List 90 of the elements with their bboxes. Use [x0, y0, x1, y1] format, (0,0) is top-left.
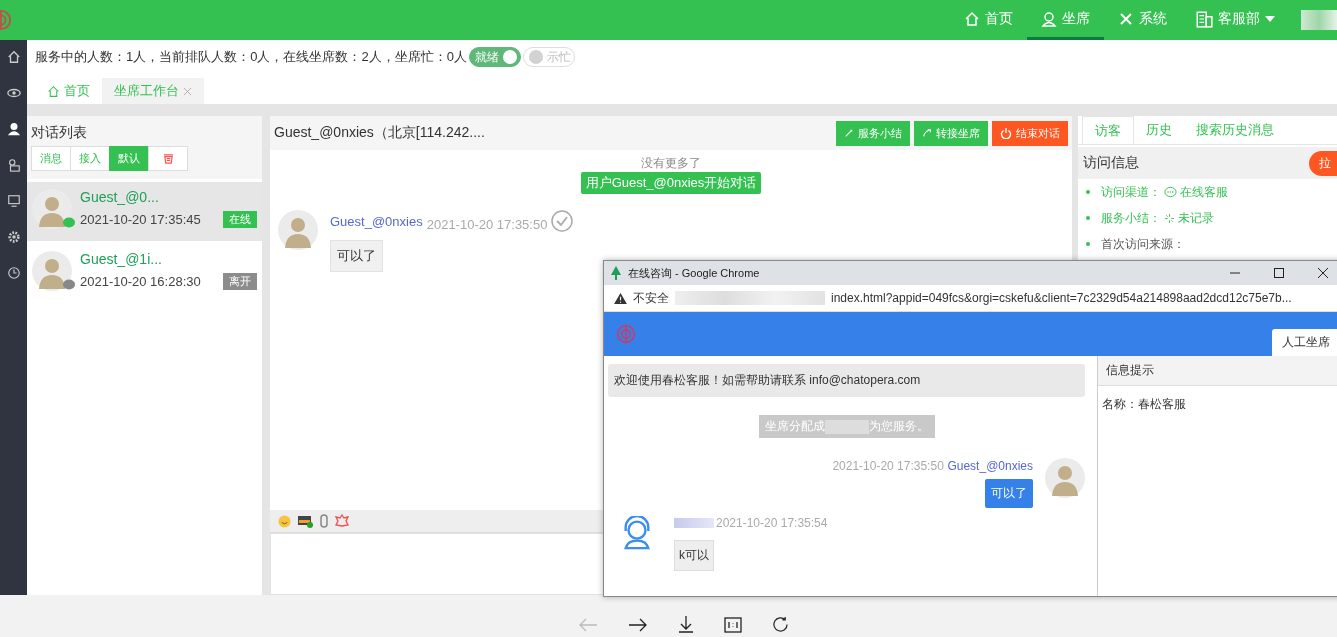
filter-button[interactable]: 消息 — [31, 146, 71, 171]
smiley-icon[interactable] — [278, 514, 291, 528]
warning-icon — [614, 292, 627, 304]
close-icon[interactable] — [1318, 268, 1328, 278]
status-toggle[interactable]: 示忙 — [522, 47, 575, 67]
forward-arrow-icon[interactable] — [628, 617, 648, 633]
info-row-text: 名称：春松客服 — [1101, 396, 1187, 413]
header-tab[interactable]: 人工坐席 — [1272, 329, 1337, 356]
info-title: 信息提示 — [1098, 356, 1337, 386]
nav-tab[interactable]: 首页 — [950, 0, 1027, 40]
maximize-icon[interactable] — [1274, 268, 1284, 278]
message-time: 2021-10-20 17:35:54 — [716, 516, 828, 530]
user-icon[interactable] — [6, 122, 21, 136]
blacklist-button[interactable]: 拉 — [1309, 150, 1337, 176]
status-badge: 在线 — [223, 211, 257, 228]
monitor-icon[interactable] — [6, 194, 21, 208]
load-more-text: 没有更多了 — [640, 156, 702, 172]
nav-tab[interactable]: 系统 — [1104, 0, 1181, 40]
department-menu[interactable]: 客服部 — [1181, 0, 1289, 40]
page-tab[interactable]: 坐席工作台 — [102, 78, 204, 104]
section-title: 访问信息 — [1083, 154, 1139, 172]
nav-tab[interactable]: 坐席 — [1027, 0, 1104, 40]
arrow-icon — [922, 128, 932, 138]
status-text: 服务中的人数：1人，当前排队人数：0人，在线坐席数：2人，坐席忙：0人 — [35, 48, 467, 66]
image-icon[interactable] — [298, 514, 313, 528]
conversation-item[interactable]: Guest_@1i... 2021-10-20 16:28:30 离开 — [27, 244, 262, 303]
caret-icon — [1265, 15, 1275, 22]
avatar-icon — [278, 210, 318, 250]
panel-tab[interactable]: 搜索历史消息 — [1184, 116, 1286, 144]
action-button[interactable]: 服务小结 — [836, 120, 910, 146]
info-value: 在线客服 — [1180, 183, 1228, 201]
conversation-time: 2021-10-20 17:35:45 — [80, 212, 201, 227]
filter-button[interactable] — [148, 146, 188, 171]
address-bar[interactable]: 不安全 index.html?appid=049fcs&orgi=cskefu&client=7c2329d54a214898aad2dcd12c75e7b... — [604, 285, 1337, 312]
message-time: 2021-10-20 17:35:50 — [426, 216, 548, 232]
sender-name: Guest_@0nxies — [330, 213, 423, 229]
list-title: 对话列表 — [31, 124, 88, 142]
security-label: 不安全 — [633, 289, 669, 307]
conversation-item[interactable]: Guest_@0... 2021-10-20 17:35:45 在线 — [27, 182, 262, 241]
building-icon — [1195, 9, 1213, 28]
chat-title: Guest_@0nxies（北京[114.242.... — [274, 124, 485, 142]
clock-icon[interactable] — [6, 266, 21, 280]
tree-icon — [610, 266, 622, 280]
conversation-time: 2021-10-20 16:28:30 — [80, 274, 201, 289]
chat-icon — [1164, 186, 1177, 198]
user-icon — [1041, 10, 1057, 27]
filter-button[interactable]: 接入 — [70, 146, 110, 171]
window-title: 在线咨询 - Google Chrome — [628, 265, 760, 281]
visitor-name: Guest_@0... — [80, 189, 160, 205]
actual-size-icon[interactable] — [724, 617, 742, 633]
system-message: 用户Guest_@0nxies开始对话 — [580, 172, 762, 194]
message-time: 2021-10-20 17:35:50 — [832, 459, 944, 473]
status-toggle[interactable]: 就绪 — [468, 47, 521, 67]
paperclip-icon[interactable] — [320, 514, 328, 528]
info-label: 首次访问来源： — [1101, 235, 1185, 253]
info-label: 服务小结： — [1101, 209, 1161, 227]
message-bubble: k可以 — [674, 540, 714, 571]
message-bubble: 可以了 — [330, 240, 383, 272]
info-value: 未记录 — [1178, 209, 1214, 227]
status-badge: 离开 — [223, 273, 257, 290]
url-text: index.html?appid=049fcs&orgi=cskefu&client=7c2329d54a214898aad2dcd12c75e7b... — [831, 291, 1292, 305]
home-icon — [964, 10, 980, 27]
action-button[interactable]: 转接坐席 — [914, 120, 988, 146]
power-icon — [1000, 127, 1012, 139]
users-icon[interactable] — [6, 158, 21, 172]
action-button[interactable]: 结束对话 — [992, 120, 1068, 146]
home-icon — [47, 84, 60, 98]
logo-icon — [616, 324, 636, 344]
info-label: 访问渠道： — [1101, 183, 1161, 201]
flower-icon[interactable] — [335, 514, 349, 528]
panel-tab[interactable]: 历史 — [1134, 116, 1184, 144]
edit-icon — [844, 128, 854, 138]
welcome-message: 欢迎使用春松客服！如需帮助请联系 info@chatopera.com — [608, 364, 1085, 397]
panel-tab[interactable]: 访客 — [1082, 116, 1134, 144]
blurred-name — [674, 518, 714, 528]
sparkle-icon — [1164, 212, 1175, 224]
download-icon[interactable] — [678, 615, 694, 633]
filter-button[interactable]: 默认 — [109, 146, 149, 171]
avatar-icon — [1045, 458, 1085, 498]
rotate-icon[interactable] — [772, 616, 789, 633]
settings-icon[interactable] — [6, 230, 21, 244]
message-bubble: 可以了 — [985, 479, 1033, 508]
sender-name: Guest_@0nxies — [947, 459, 1033, 473]
tools-icon — [1118, 10, 1134, 27]
page-tab[interactable]: 首页 — [35, 78, 102, 104]
trash-icon — [162, 153, 174, 164]
visitor-name: Guest_@1i... — [80, 251, 163, 267]
home-icon[interactable] — [6, 50, 21, 64]
avatar-icon — [32, 251, 72, 291]
eye-icon[interactable] — [6, 86, 21, 100]
